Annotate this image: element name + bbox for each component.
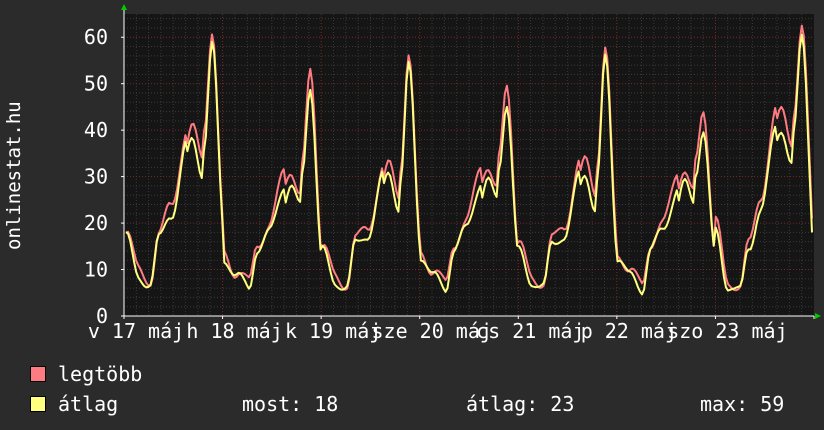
legend-label-max: legtöbb [58, 362, 143, 386]
y-tick-label: 30 [84, 165, 108, 189]
y-tick-label: 10 [84, 258, 108, 282]
y-tick-label: 40 [84, 118, 108, 142]
y-axis-label: onlinestat.hu [3, 101, 25, 250]
stat-maximum: max: 59 [700, 392, 785, 416]
y-tick-label: 20 [84, 211, 108, 235]
x-tick-label: p 22 máj [581, 319, 677, 343]
x-tick-label: sze 20 máj [372, 319, 492, 343]
x-tick-label: szo 23 máj [667, 319, 787, 343]
x-tick-label: v 17 máj [88, 319, 184, 343]
x-tick-label: h 18 máj [186, 319, 282, 343]
x-tick-label: cs 21 máj [476, 319, 584, 343]
legend-swatch-avg [30, 396, 46, 412]
y-tick-label: 60 [84, 25, 108, 49]
rrd-graph: 0 10 20 30 40 50 60 v 17 máj h 18 máj k 19 máj sz… [0, 0, 824, 430]
stat-average: átlag: 23 [466, 392, 575, 416]
legend-swatch-max [30, 366, 46, 382]
y-tick-label: 50 [84, 72, 108, 96]
x-tick-labels: v 17 máj h 18 máj k 19 májsze 20 májcs 21 … [88, 319, 788, 343]
legend-label-avg: átlag [58, 392, 119, 416]
stat-current: most: 18 [242, 392, 339, 416]
x-tick-label: k 19 máj [285, 319, 381, 343]
